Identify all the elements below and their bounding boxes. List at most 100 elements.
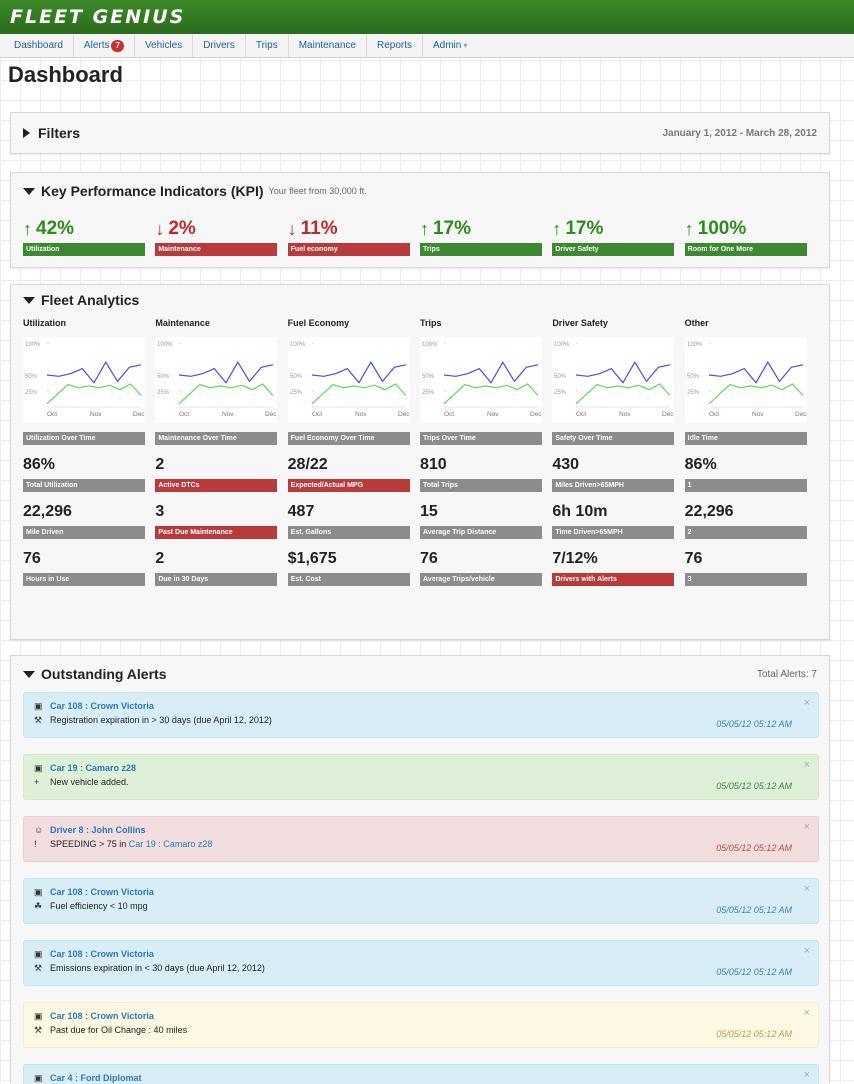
analytics-column-title: Driver Safety [552,318,608,328]
alert-timestamp: 05/05/12 05:12 AM [716,843,792,853]
kpi-tile[interactable]: ↑ 17% Driver Safety [552,215,684,256]
kpi-value: ↑ 100% [685,215,817,243]
blue-series-line [311,361,406,384]
x-tick-label: Oct [47,411,57,418]
nav-alerts[interactable]: Alerts 7 [74,34,135,57]
metric-label: 2 [684,526,807,539]
kpi-tile[interactable]: ↓ 2% Maintenance [155,215,287,256]
alert-timestamp: 05/05/12 05:12 AM [716,967,792,977]
kpi-tile[interactable]: ↑ 17% Trips [419,215,552,256]
nav-drivers[interactable]: Drivers [193,34,246,57]
metric-value: 86% [684,456,717,473]
metric-value: 810 [419,456,447,473]
nav-admin[interactable]: Admin ▾ [423,34,477,57]
nav-reports[interactable]: Reports [367,34,423,57]
filters-toggle[interactable]: Filters January 1, 2012 - March 28, 2012 [11,113,829,153]
alert-subject-link[interactable]: Car 19 : Camaro z28 [50,763,136,773]
car-icon: ▣ [34,1072,43,1083]
kpi-number: 42% [36,218,75,239]
kpi-tile[interactable]: ↑ 42% Utilization [23,215,155,256]
nav-label: Trips [255,40,278,51]
analytics-toggle[interactable]: Fleet Analytics [11,285,829,315]
kpi-number: 100% [697,218,747,239]
alert-subject-link[interactable]: Car 4 : Ford Diplomat [50,1073,142,1083]
y-tick-label: 25% [422,390,435,396]
close-icon[interactable]: × [804,821,810,833]
nav-dashboard[interactable]: Dashboard [4,34,74,57]
metric-value: 86% [23,456,56,473]
nav-label: Maintenance [298,40,356,51]
metric-label: Hours in Use [23,573,145,586]
alert-circle-icon: ! [34,839,37,849]
kpi-value: ↑ 17% [420,215,552,243]
nav-label: Vehicles [144,40,183,51]
nav-label: Alerts [83,40,110,51]
kpi-toggle[interactable]: Key Performance Indicators (KPI) Your fl… [11,173,829,209]
metric-label: Miles Driven>65MPH [552,479,675,492]
alert-subject-link[interactable]: Car 108 : Crown Victoria [50,1011,154,1021]
arrow-up-icon: ↑ [684,218,694,239]
top-bar: FLEET GENIUS [0,0,854,34]
alert-timestamp: 05/05/12 05:12 AM [716,1029,792,1039]
close-icon[interactable]: × [804,697,810,709]
leaf-icon: ☘ [34,900,43,911]
alert-subject-link[interactable]: Car 108 : Crown Victoria [50,887,154,897]
x-tick-label: Dec [133,411,145,418]
kpi-row: ↑ 42% Utilization ↓ 2% Maintenance ↓ 11% Fuel ec… [11,209,829,256]
y-tick-label: 50% [554,374,567,380]
user-icon: ☺ [34,825,44,835]
x-tick-label: Oct [576,411,586,418]
alert-subject-link[interactable]: Driver 8 : John Collins [50,825,146,835]
nav-trips[interactable]: Trips [246,34,289,57]
alert-detail-line: ⚒ Past due for Oil Change : 40 miles [34,1023,808,1037]
y-tick-label: 50% [25,374,38,380]
alert-item: ▣ Car 108 : Crown Victoria ⚒ Past due for O… [23,1002,819,1048]
chevron-down-icon: ▾ [463,41,468,50]
y-tick-label: 25% [25,390,38,396]
nav-maintenance[interactable]: Maintenance [289,34,367,57]
metric-label: Active DTCs [155,479,278,492]
analytics-column-title: Other [684,318,709,328]
x-tick-label: Nov [487,411,499,418]
wrench-icon: ⚒ [34,714,43,725]
metric-label: Average Trips/vehicle [419,573,542,586]
close-icon[interactable]: × [804,945,810,957]
kpi-subtitle: Your fleet from 30,000 ft. [268,186,367,196]
kpi-value: ↓ 2% [155,215,287,243]
alert-subject-link[interactable]: Car 108 : Crown Victoria [50,701,154,711]
app-logo[interactable]: FLEET GENIUS [10,6,185,28]
alert-timestamp: 05/05/12 05:12 AM [716,719,792,729]
x-tick-label: Nov [222,411,234,418]
close-icon[interactable]: × [804,1069,810,1081]
close-icon[interactable]: × [804,883,810,895]
filters-date-range: January 1, 2012 - March 28, 2012 [662,127,817,139]
close-icon[interactable]: × [804,1007,810,1019]
nav-label: Drivers [203,40,235,51]
nav-vehicles[interactable]: Vehicles [135,34,194,57]
alert-subject-link[interactable]: Car 108 : Crown Victoria [50,949,154,959]
alerts-total: Total Alerts: 7 [756,668,817,680]
x-tick-label: Nov [90,411,102,418]
kpi-label: Utilization [23,243,145,256]
alert-detail-link[interactable]: Car 19 : Camaro z28 [129,839,213,849]
close-icon[interactable]: × [804,759,810,771]
kpi-tile[interactable]: ↑ 100% Room for One More [684,215,817,256]
metric-value: 7/12% [552,550,598,567]
alert-item: ☺ Driver 8 : John Collins! SPEEDING > 75 i… [23,816,819,862]
metric-value: 22,296 [23,503,72,520]
green-series-line [708,383,804,405]
analytics-column-title: Maintenance [155,318,210,328]
y-tick-label: 100% [157,342,173,348]
x-tick-label: Dec [398,411,410,418]
alert-detail: Registration expiration in > 30 days (du… [50,715,272,725]
kpi-tile[interactable]: ↓ 11% Fuel economy [287,215,420,256]
arrow-up-icon: ↑ [552,218,562,239]
metric-label: Est. Cost [287,573,410,586]
alerts-toggle[interactable]: Outstanding Alerts Total Alerts: 7 [11,656,829,692]
kpi-number: 17% [565,218,604,239]
chart-caption: Maintenance Over Time [155,432,278,445]
blue-series-line [443,361,539,384]
y-tick-label: 100% [25,342,41,348]
alert-item: ▣ Car 108 : Crown Victoria ☘ Fuel efficienc… [23,878,819,924]
blue-series-line [576,361,671,384]
